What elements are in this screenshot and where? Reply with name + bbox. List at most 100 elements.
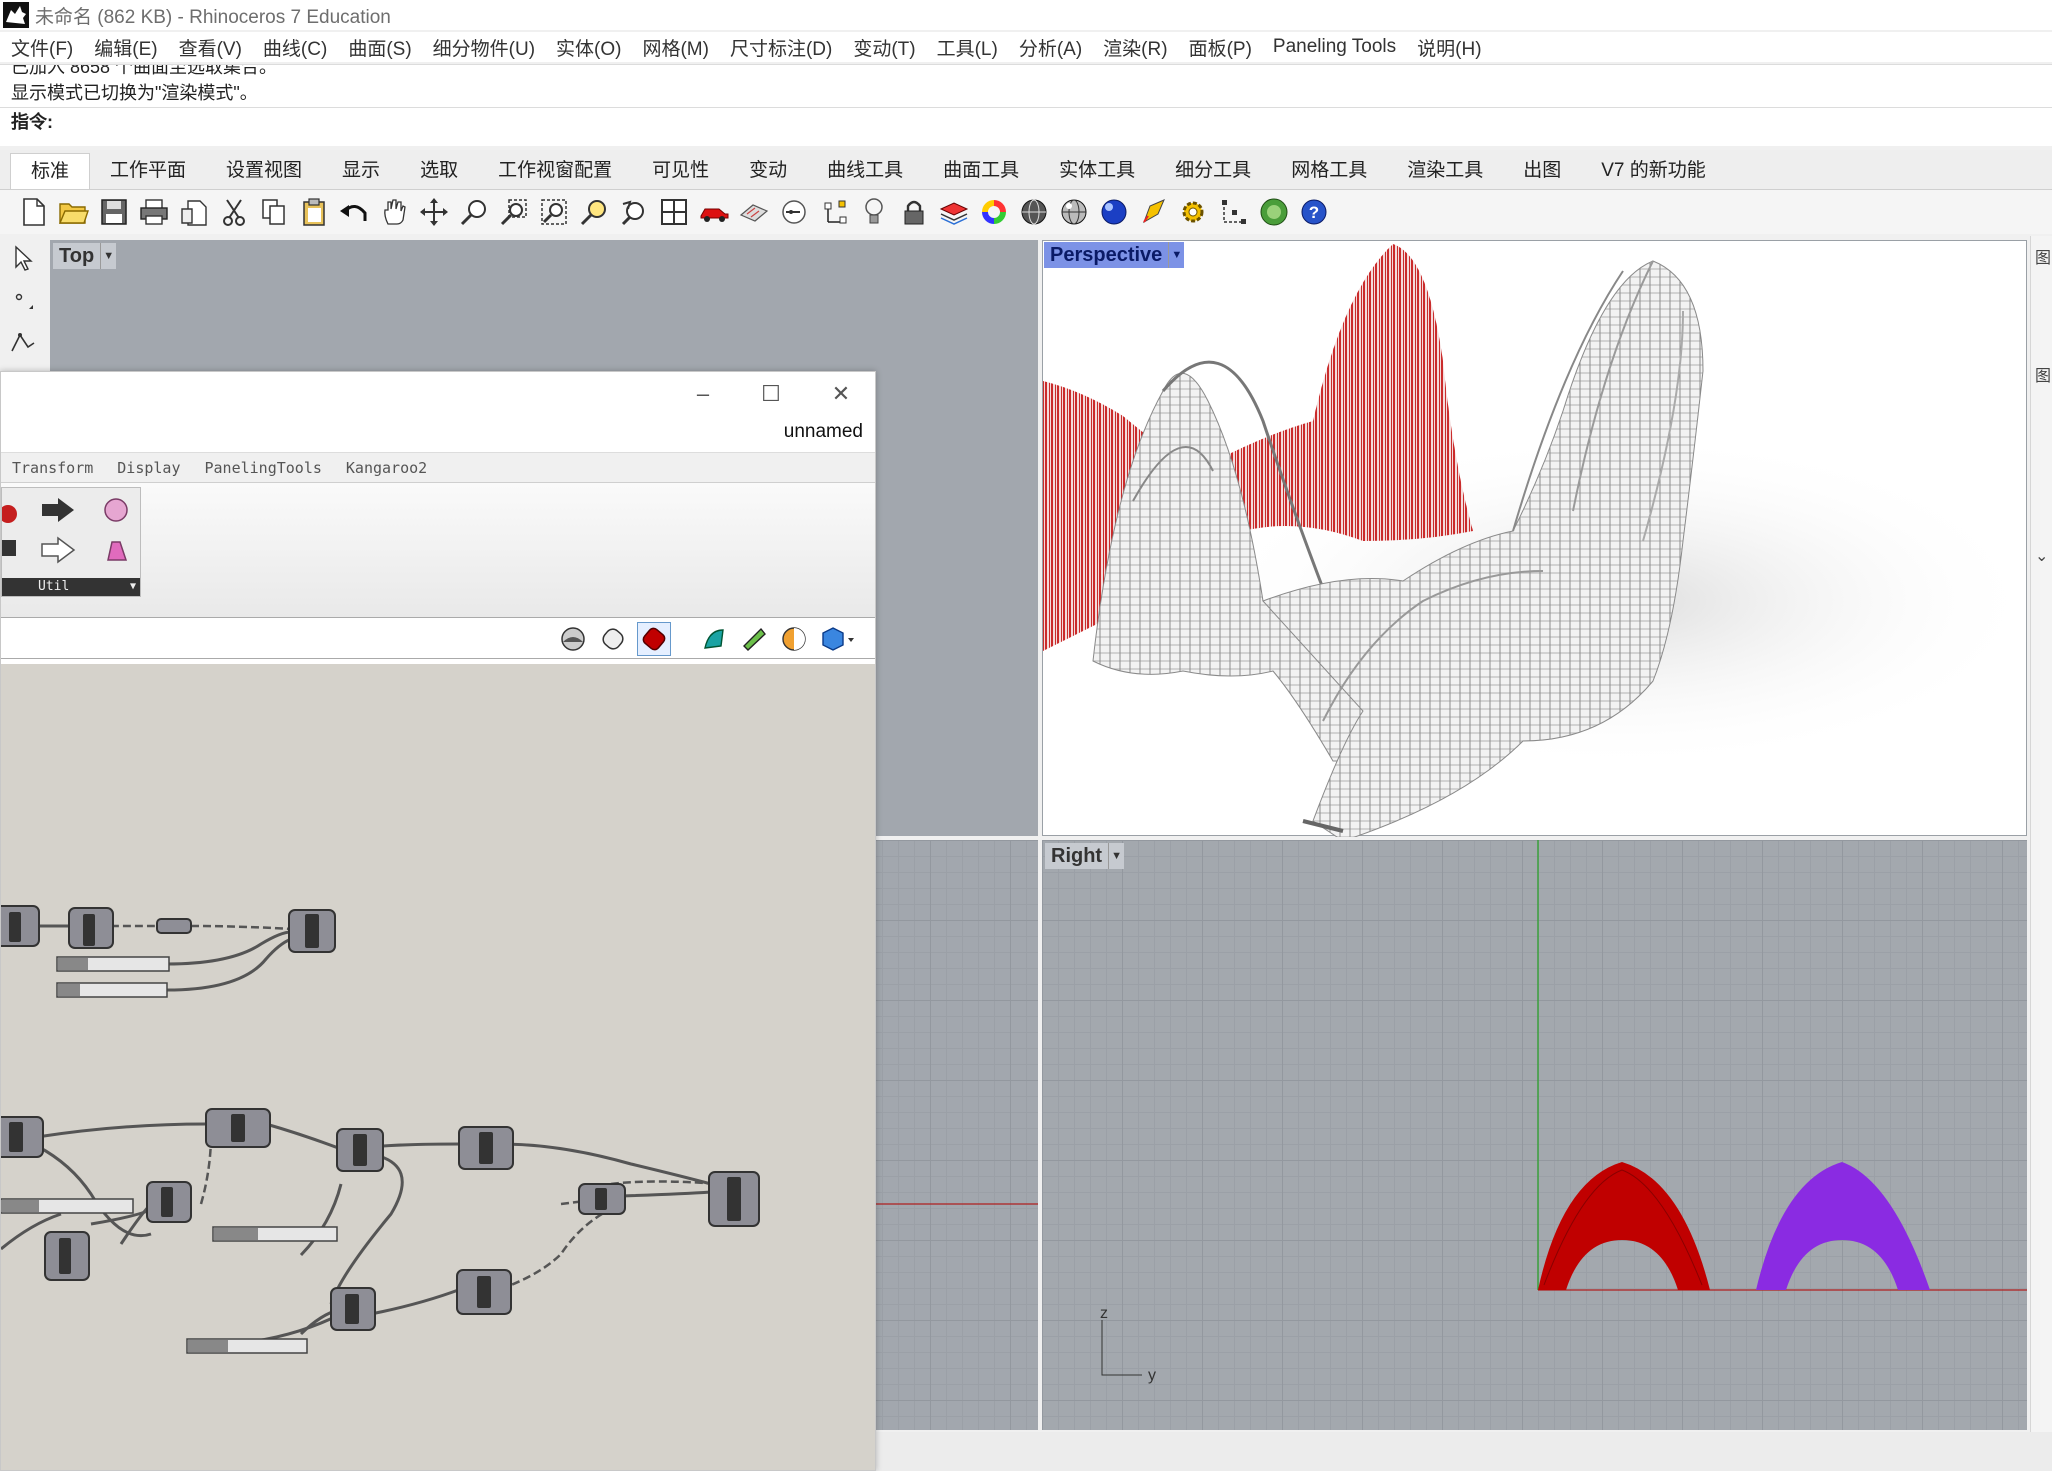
tab-subd-tools[interactable]: 细分工具 [1155,153,1271,189]
bake-teal-icon[interactable] [697,622,731,656]
tab-transform[interactable]: 变动 [729,153,807,189]
point-icon[interactable] [3,280,43,320]
viewport-name[interactable]: Perspective [1044,242,1169,268]
rotate-view-icon[interactable] [414,192,454,232]
zoom-selected-icon[interactable] [574,192,614,232]
tab-cplanes[interactable]: 工作平面 [90,153,206,189]
preview-shaded-icon[interactable] [637,622,671,656]
sphere-wire-icon[interactable] [1014,192,1054,232]
chevron-down-icon[interactable]: ▼ [1108,843,1125,869]
tab-solid-tools[interactable]: 实体工具 [1039,153,1155,189]
maximize-icon[interactable]: ☐ [751,376,791,412]
rocket-icon[interactable] [1134,192,1174,232]
right-viewport-title[interactable]: Right ▼ [1045,843,1125,869]
command-prompt[interactable]: 指令: [0,107,2052,135]
light-bulb-icon[interactable] [854,192,894,232]
minimize-icon[interactable]: – [683,376,723,412]
menu-render[interactable]: 渲染(R) [1091,34,1176,61]
sphere-glass-icon[interactable] [1054,192,1094,232]
top-viewport-title[interactable]: Top ▼ [53,243,117,269]
side-panel-tab[interactable]: 图 [2031,244,2052,268]
tab-curve-tools[interactable]: 曲线工具 [807,153,923,189]
grasshopper-canvas[interactable] [1,664,875,1470]
command-input[interactable] [53,108,2052,135]
gh-tab-display[interactable]: Display [106,459,193,477]
side-panel-tab[interactable]: 图 [2031,362,2052,386]
tab-visibility[interactable]: 可见性 [632,153,729,189]
menu-help[interactable]: 说明(H) [1405,34,1490,61]
undo-icon[interactable] [334,192,374,232]
tab-new-in-v7[interactable]: V7 的新功能 [1581,153,1726,189]
open-folder-icon[interactable] [54,192,94,232]
layer-icon[interactable] [934,192,974,232]
menu-dimension[interactable]: 尺寸标注(D) [718,34,841,61]
print-icon[interactable] [134,192,174,232]
points-icon[interactable] [1214,192,1254,232]
tab-render-tools[interactable]: 渲染工具 [1387,153,1503,189]
menu-file[interactable]: 文件(F) [0,34,82,61]
tab-display[interactable]: 显示 [322,153,400,189]
cut-icon[interactable] [214,192,254,232]
pan-hand-icon[interactable] [374,192,414,232]
menu-view[interactable]: 查看(V) [167,34,251,61]
chevron-down-icon[interactable]: ▼ [100,243,117,269]
menu-subd[interactable]: 细分物件(U) [421,34,544,61]
gh-tab-transform[interactable]: Transform [1,459,106,477]
tab-standard[interactable]: 标准 [10,153,91,189]
polyline-icon[interactable] [3,322,43,362]
perspective-viewport-title[interactable]: Perspective ▼ [1044,242,1185,268]
zoom-window-icon[interactable] [494,192,534,232]
import-icon[interactable] [174,192,214,232]
menu-edit[interactable]: 编辑(E) [82,34,166,61]
gear-icon[interactable] [1174,192,1214,232]
util-panel-label[interactable]: Util ▼ [2,578,140,596]
menu-transform[interactable]: 变动(T) [841,34,924,61]
select-arrow-icon[interactable] [3,238,43,278]
tab-surface-tools[interactable]: 曲面工具 [923,153,1039,189]
menu-surface[interactable]: 曲面(S) [336,34,420,61]
menu-curve[interactable]: 曲线(C) [251,34,336,61]
new-file-icon[interactable] [14,192,54,232]
preview-off-icon[interactable] [556,622,590,656]
zoom-extents-icon[interactable] [534,192,574,232]
gumball-icon[interactable] [814,192,854,232]
osnap-icon[interactable] [774,192,814,232]
chevron-down-icon[interactable]: ▼ [1168,242,1185,268]
car-icon[interactable] [694,192,734,232]
help-icon[interactable]: ? [1294,192,1334,232]
tab-drafting[interactable]: 出图 [1503,153,1581,189]
menu-tools[interactable]: 工具(L) [925,34,1007,61]
material-sphere-icon[interactable] [777,622,811,656]
chevron-down-icon[interactable]: ▼ [130,578,136,596]
save-icon[interactable] [94,192,134,232]
display-options-icon[interactable] [821,622,855,656]
chevron-down-icon[interactable]: ⌄ [2031,546,2052,566]
menu-paneling-tools[interactable]: Paneling Tools [1261,36,1405,58]
gh-tab-panelingtools[interactable]: PanelingTools [194,459,335,477]
gh-tab-kangaroo2[interactable]: Kangaroo2 [335,459,440,477]
paste-icon[interactable] [294,192,334,232]
menu-panels[interactable]: 面板(P) [1177,34,1261,61]
render-globe-icon[interactable] [1254,192,1294,232]
copy-icon[interactable] [254,192,294,232]
zoom-icon[interactable] [454,192,494,232]
color-wheel-icon[interactable] [974,192,1014,232]
bake-green-icon[interactable] [737,622,771,656]
lock-icon[interactable] [894,192,934,232]
shade-icon[interactable] [734,192,774,232]
right-viewport[interactable]: z y Right ▼ [1042,840,2027,1430]
menu-analyze[interactable]: 分析(A) [1007,34,1091,61]
grasshopper-node-graph[interactable] [1,664,875,1470]
viewport-name[interactable]: Right [1045,843,1109,869]
tab-mesh-tools[interactable]: 网格工具 [1271,153,1387,189]
close-icon[interactable]: ✕ [821,376,861,412]
viewport-name[interactable]: Top [53,243,101,269]
menu-solid[interactable]: 实体(O) [544,34,630,61]
perspective-viewport[interactable]: Perspective ▼ [1042,240,2028,837]
sphere-blue-icon[interactable] [1094,192,1134,232]
preview-wire-icon[interactable] [596,622,630,656]
tab-select[interactable]: 选取 [400,153,478,189]
tab-set-view[interactable]: 设置视图 [206,153,322,189]
undo-view-icon[interactable] [614,192,654,232]
four-viewports-icon[interactable] [654,192,694,232]
